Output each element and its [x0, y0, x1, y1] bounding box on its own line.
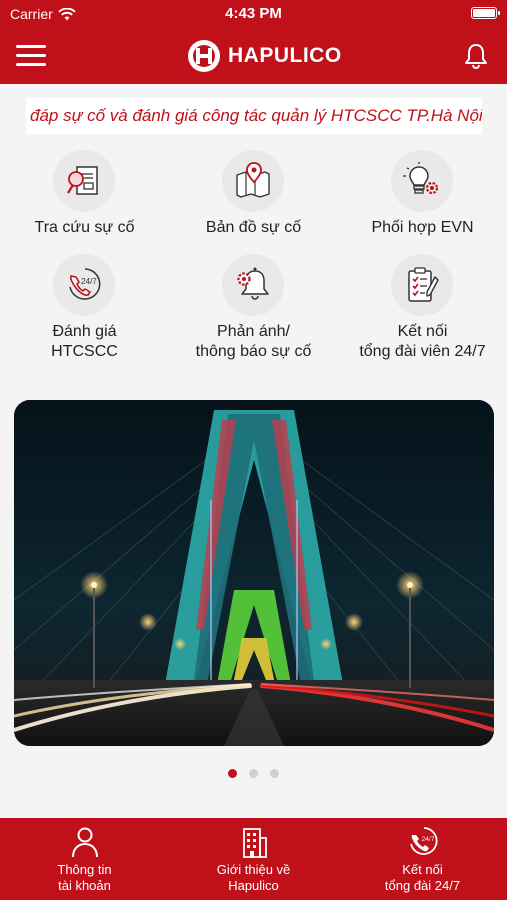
carousel-dot[interactable]	[249, 769, 258, 778]
tab-about-hapulico[interactable]: Giới thiệu về Hapulico	[169, 818, 338, 900]
tab-connect-hotline[interactable]: 24/7 Kết nối tổng đài 24/7	[338, 818, 507, 900]
checklist-pen-icon	[408, 267, 439, 302]
carousel-indicator	[0, 765, 507, 783]
feature-evaluate-htcscc[interactable]: 24/7 Đánh giá HTCSCC	[0, 250, 169, 360]
feature-label-line2: HTCSCC	[51, 343, 118, 360]
phone-24-7-icon: 24/7	[410, 827, 438, 855]
status-time: 4:43 PM	[225, 5, 282, 22]
feature-label-line1: Phản ánh/	[217, 323, 290, 340]
feature-label-line1: Bản đồ sự cố	[205, 219, 302, 236]
phone-24-7-icon: 24/7	[69, 268, 101, 300]
user-icon	[72, 827, 98, 858]
app-header: HAPULICO	[0, 28, 507, 84]
carousel-dot[interactable]	[227, 769, 237, 778]
feature-report-incident[interactable]: Phản ánh/ thông báo sự cố	[169, 250, 338, 360]
tab-label-line2: Hapulico	[228, 878, 279, 893]
feature-label-line1: Đánh giá	[52, 323, 117, 340]
bottom-tab-bar: Thông tin tài khoản Giới thiệu về Hapuli…	[0, 818, 507, 900]
announcement-marquee: đáp sự cố và đánh giá công tác quản lý H…	[26, 98, 482, 134]
tab-label-line1: Kết nối	[402, 862, 443, 877]
feature-label-line1: Kết nối	[397, 323, 448, 340]
feature-label-line2: tổng đài viên 24/7	[359, 343, 486, 360]
feature-label-line1: Tra cứu sự cố	[34, 219, 135, 236]
status-bar: Carrier 4:43 PM	[0, 0, 507, 28]
hapulico-logo-icon	[188, 40, 220, 72]
tab-label-line2: tài khoản	[58, 878, 111, 893]
carousel-dot[interactable]	[270, 769, 280, 778]
battery-icon	[471, 7, 500, 19]
menu-button[interactable]	[16, 45, 46, 67]
banner-carousel[interactable]	[14, 400, 494, 746]
notification-bell-icon[interactable]	[463, 42, 489, 70]
tab-account-info[interactable]: Thông tin tài khoản	[0, 818, 169, 900]
tab-label-line2: tổng đài 24/7	[384, 878, 461, 893]
svg-text:24/7: 24/7	[422, 836, 435, 843]
feature-label-line1: Phối hợp EVN	[371, 219, 474, 236]
tab-label-line1: Giới thiệu về	[216, 862, 291, 877]
app-logo: HAPULICO	[186, 38, 342, 74]
marquee-text: đáp sự cố và đánh giá công tác quản lý H…	[30, 106, 482, 125]
map-pin-icon	[236, 162, 270, 198]
building-icon	[243, 828, 267, 858]
feature-label-line2: thông báo sự cố	[195, 343, 312, 360]
feature-connect-operator[interactable]: Kết nối tổng đài viên 24/7	[338, 250, 507, 360]
bridge-night-image	[14, 400, 494, 746]
page-title: HAPULICO	[228, 44, 342, 67]
search-document-icon	[67, 166, 98, 195]
tab-label-line1: Thông tin	[57, 862, 112, 877]
feature-evn-coordination[interactable]: Phối hợp EVN	[338, 146, 507, 246]
lightbulb-gear-icon	[403, 162, 439, 195]
feature-lookup-incident[interactable]: Tra cứu sự cố	[0, 146, 169, 246]
feature-incident-map[interactable]: Bản đồ sự cố	[169, 146, 338, 246]
bell-gear-icon	[237, 267, 269, 300]
svg-text:24/7: 24/7	[81, 277, 97, 286]
